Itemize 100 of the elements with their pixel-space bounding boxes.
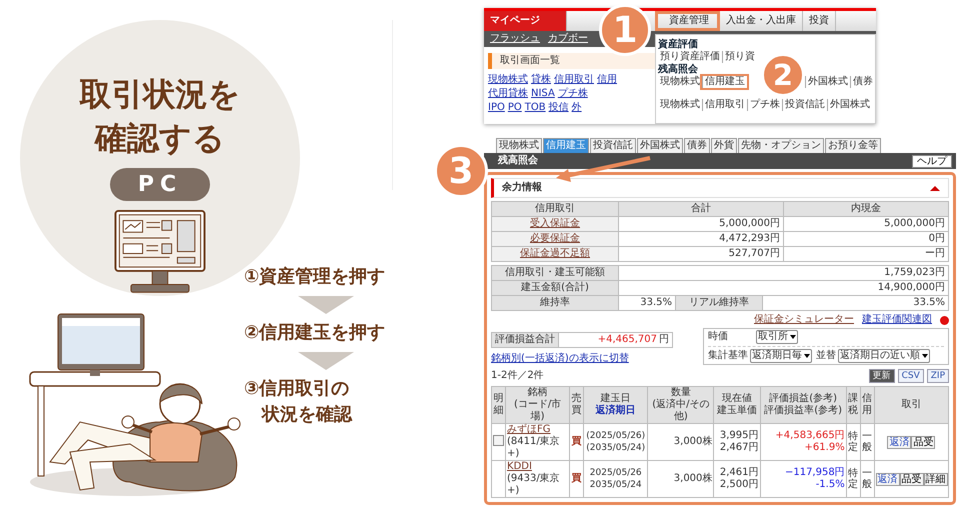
pl-total-value: +4,465,707 [596, 333, 658, 347]
menu-item[interactable]: 現物株式 [658, 76, 702, 88]
action-button[interactable]: 返済 [887, 436, 912, 448]
panel-title: 余力情報 [502, 182, 542, 194]
tab[interactable]: 現物株式 [496, 138, 542, 153]
step-number-badge: 3 [434, 144, 488, 198]
filter-label: 集計基準 [708, 350, 748, 362]
section-header: 取引画面一覧 [488, 53, 658, 69]
tax-type: 特定 [848, 431, 858, 453]
step-text: ③信用取引の 状況を確認 [244, 377, 352, 427]
table-cell: 5,000,000円 [784, 216, 948, 232]
help-icon[interactable] [940, 316, 949, 324]
tab[interactable]: 先物・オプション [738, 138, 824, 153]
column-header: 評価損益(参考) 評価損益率(参考) [760, 386, 846, 424]
table-cell: 5,000,000円 [618, 216, 784, 232]
tool-button[interactable]: 更新 [868, 369, 895, 383]
tool-button[interactable]: ZIP [926, 369, 949, 383]
tab[interactable]: 外国株式 [637, 138, 683, 153]
menu-link[interactable]: NISA [531, 88, 555, 100]
table-cell: 0円 [784, 232, 948, 246]
table-cell: 4,472,293円 [618, 232, 784, 246]
menu-link[interactable]: PO [508, 102, 522, 114]
row-header: 建玉金額(合計) [492, 280, 618, 296]
action-button[interactable]: 詳細 [924, 472, 948, 486]
pl-amount: +4,583,665円 [774, 430, 845, 442]
nav-tab[interactable]: 資産管理 [655, 11, 720, 31]
stock-link[interactable]: KDDI [507, 461, 568, 473]
filter-label: 並替 [816, 350, 836, 362]
menu-item[interactable]: 現物株式 [658, 99, 702, 111]
tool-link[interactable]: カブボー [548, 33, 588, 45]
price-text: 3,995円 [718, 430, 759, 442]
select-field[interactable]: 取引所 [756, 330, 798, 344]
menu-item[interactable]: 外国株式 [827, 99, 872, 111]
date-text: 2025/05/26 [588, 467, 643, 479]
nav-tab[interactable]: マイページ [484, 11, 567, 31]
action-button[interactable]: 品受 [900, 472, 924, 486]
menu-heading: 資産評価 [658, 39, 698, 50]
menu-link[interactable]: IPO [488, 102, 505, 114]
menu-item[interactable]: プチ株 [747, 99, 782, 111]
pl-rate: +61.9% [804, 442, 845, 454]
row-header: リアル維持率 [676, 296, 762, 310]
menu-link[interactable]: 代用貸株 [488, 88, 528, 100]
view-switch-link[interactable]: 銘柄別(一括返済)の表示に切替 [491, 353, 673, 365]
menu-link[interactable]: 信用取引 [554, 74, 594, 86]
column-header: 明 細 [492, 386, 506, 424]
page-link[interactable]: 保証金シミュレーター [754, 314, 854, 326]
menu-link[interactable]: 投信 [548, 102, 569, 114]
table-cell: 527,707円 [618, 246, 784, 262]
tab[interactable]: 投資信託 [590, 138, 636, 153]
column-header: 課 税 [846, 386, 860, 424]
row-header: 信用取引・建玉可能額 [492, 266, 618, 280]
row-header: 維持率 [492, 296, 618, 310]
column-header: 銘柄 (コード/市場) [506, 386, 570, 424]
price-text: 2,461円 [718, 467, 759, 479]
column-header: 信 用 [860, 386, 874, 424]
tab[interactable]: 債券 [684, 138, 710, 153]
menu-link[interactable]: 信用 [597, 74, 617, 86]
menu-heading: 残高照会 [658, 64, 698, 76]
unit-label: 円 [659, 333, 670, 347]
result-count: 1-2件／2件 [491, 370, 544, 382]
menu-item[interactable]: 信用取引 [702, 99, 747, 111]
menu-link[interactable]: TOB [524, 102, 546, 114]
stock-link[interactable]: みずほFG [507, 424, 568, 436]
step-text: ①資産管理を押す [244, 265, 386, 289]
stock-code: (8411/東京+) [507, 436, 561, 460]
select-field[interactable]: 返済期日の近い順 [838, 349, 930, 363]
tax-type: 特定 [848, 468, 858, 490]
menu-item[interactable]: 預り資産評価 [658, 51, 722, 63]
action-button[interactable]: 返済 [876, 472, 900, 486]
menu-link[interactable]: 外 [572, 102, 582, 114]
tab[interactable]: 外貨 [711, 138, 737, 153]
credit-type: 一般 [862, 468, 872, 490]
date-text: (2025/05/26) [585, 430, 646, 442]
credit-type: 一般 [862, 431, 872, 453]
tab[interactable]: お預り金等 [825, 138, 881, 153]
help-button[interactable]: ヘルプ [912, 154, 952, 168]
filter-label: 時価 [708, 331, 729, 343]
menu-item[interactable]: 債券 [850, 76, 875, 88]
column-header: 合計 [618, 202, 784, 216]
price-text: 2,467円 [718, 442, 759, 454]
collapse-icon[interactable] [930, 186, 940, 190]
title-bar-text: 残高照会 [498, 155, 538, 167]
tool-link[interactable]: フラッシュ [490, 33, 540, 45]
select-field[interactable]: 返済期日毎 [750, 349, 812, 363]
menu-link[interactable]: プチ株 [558, 88, 588, 100]
menu-item[interactable]: 投資信託 [782, 99, 827, 111]
table-cell: 33.5% [762, 296, 948, 310]
tool-button[interactable]: CSV [898, 369, 924, 383]
down-arrow-icon [298, 352, 354, 370]
expand-button[interactable] [493, 434, 504, 446]
page-link[interactable]: 建玉評価関連図 [862, 314, 932, 326]
column-header: 数量 (返済中/その他) [648, 386, 714, 424]
menu-link[interactable]: 現物株式 [488, 74, 528, 86]
menu-item[interactable]: 信用建玉 [702, 76, 747, 88]
table-cell: 1,759,023円 [618, 266, 948, 280]
trade-side: 買 [570, 460, 584, 498]
pc-badge: PC [110, 168, 210, 201]
menu-link[interactable]: 貸株 [531, 74, 551, 86]
menu-item[interactable]: 預り資 [722, 51, 757, 63]
action-button[interactable]: 品受 [911, 436, 936, 448]
